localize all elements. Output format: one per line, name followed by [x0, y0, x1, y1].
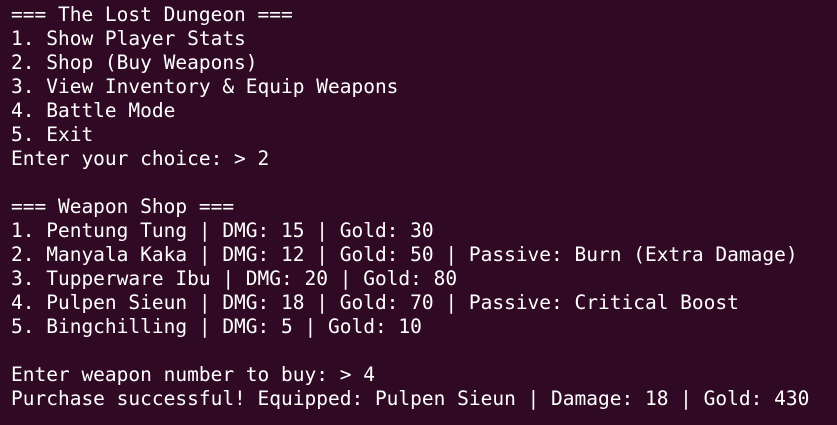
- weapon-item-tupperware-ibu: 3. Tupperware Ibu | DMG: 20 | Gold: 80: [11, 267, 458, 290]
- purchase-result-message: Purchase successful! Equipped: Pulpen Si…: [11, 387, 810, 410]
- weapon-item-bingchilling: 5. Bingchilling | DMG: 5 | Gold: 10: [11, 315, 422, 338]
- menu-option-view-inventory: 3. View Inventory & Equip Weapons: [11, 75, 399, 98]
- menu-option-exit: 5. Exit: [11, 123, 94, 146]
- weapon-item-manyala-kaka: 2. Manyala Kaka | DMG: 12 | Gold: 50 | P…: [11, 243, 798, 266]
- weapon-item-pentung-tung: 1. Pentung Tung | DMG: 15 | Gold: 30: [11, 219, 434, 242]
- terminal-window[interactable]: === The Lost Dungeon === 1. Show Player …: [0, 0, 837, 425]
- choice-prompt: Enter your choice: > 2: [11, 147, 270, 170]
- menu-option-battle-mode: 4. Battle Mode: [11, 99, 176, 122]
- menu-option-show-player-stats: 1. Show Player Stats: [11, 27, 246, 50]
- weapon-number-prompt: Enter weapon number to buy: > 4: [11, 363, 375, 386]
- weapon-shop-title: === Weapon Shop ===: [11, 195, 235, 218]
- menu-option-shop: 2. Shop (Buy Weapons): [11, 51, 258, 74]
- main-menu-title: === The Lost Dungeon ===: [11, 3, 293, 26]
- weapon-item-pulpen-sieun: 4. Pulpen Sieun | DMG: 18 | Gold: 70 | P…: [11, 291, 739, 314]
